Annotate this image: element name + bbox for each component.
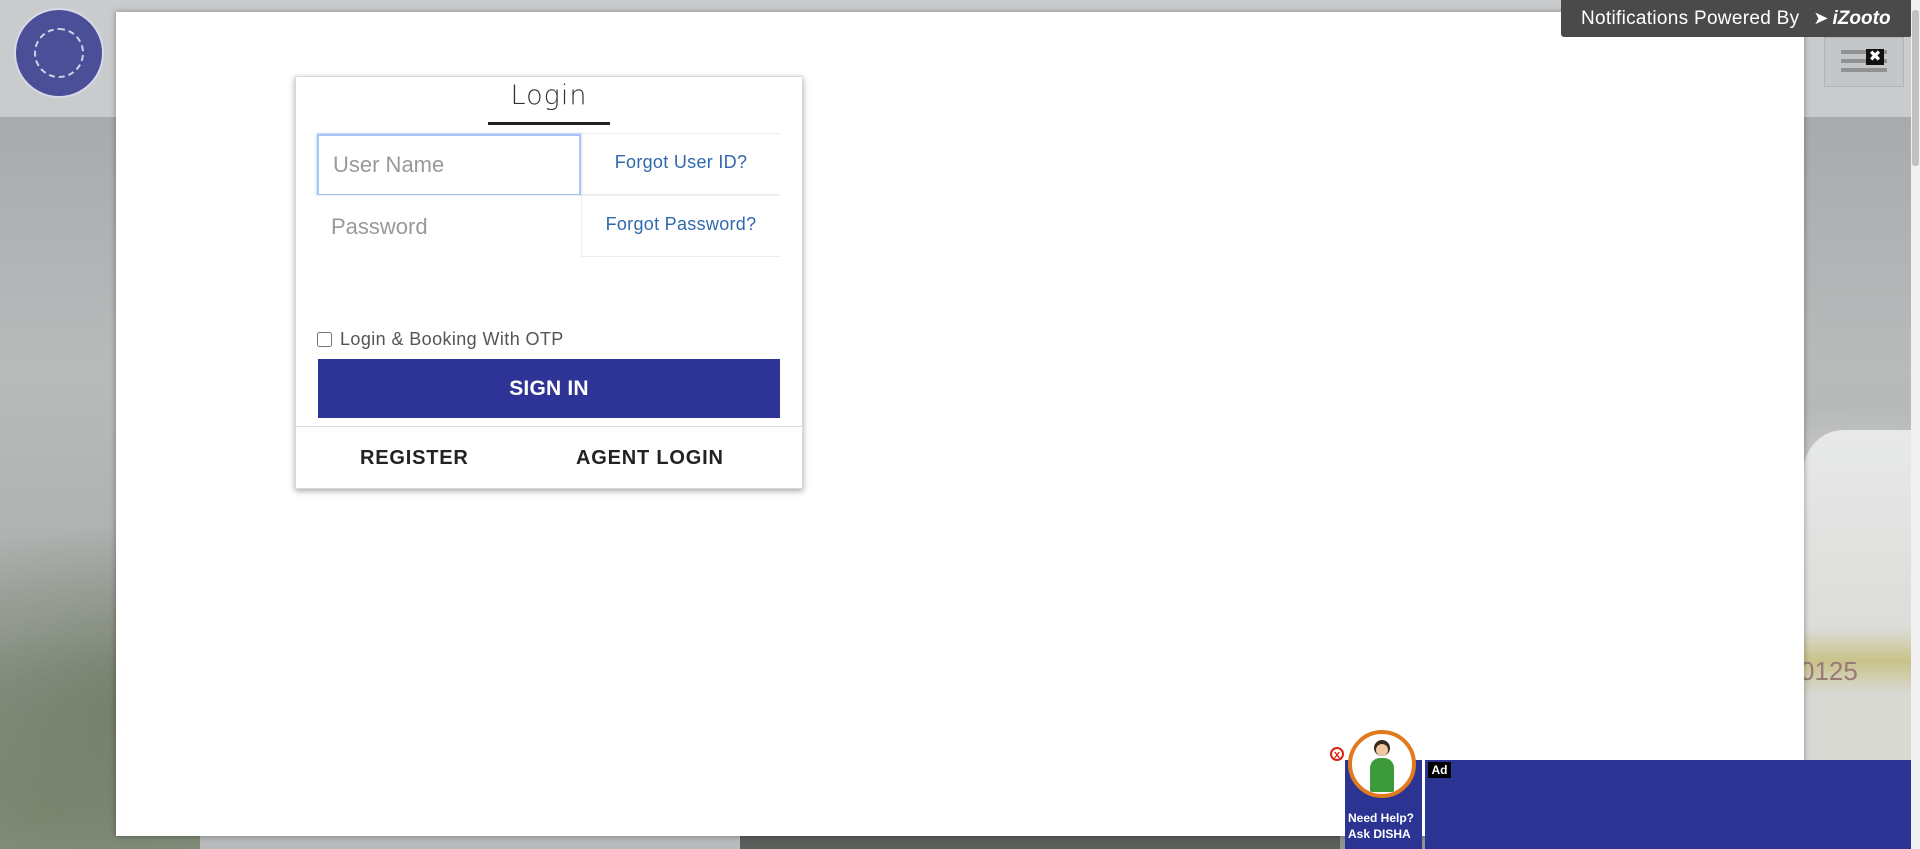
notification-powered-by-bar[interactable]: Notifications Powered By ➤ iZooto: [1561, 0, 1912, 37]
background-train-number: 0125: [1800, 656, 1858, 686]
login-card: Login Forgot User ID? Forgot Password? L…: [295, 76, 803, 489]
forgot-user-id-link[interactable]: Forgot User ID?: [582, 134, 780, 194]
disha-text[interactable]: Need Help? Ask DISHA: [1348, 810, 1422, 842]
sign-in-button[interactable]: SIGN IN: [318, 359, 780, 418]
tab-underline: [488, 122, 610, 125]
password-row: Forgot Password?: [317, 195, 780, 258]
password-input[interactable]: [317, 196, 581, 258]
otp-label: Login & Booking With OTP: [340, 328, 564, 349]
forgot-password-link[interactable]: Forgot Password?: [582, 196, 780, 256]
ad-label: Ad: [1428, 762, 1451, 778]
indian-railways-logo[interactable]: [14, 8, 104, 98]
disha-line-2: Ask DISHA: [1348, 827, 1411, 841]
izooto-brand-name: iZooto: [1832, 7, 1891, 29]
disha-close-icon[interactable]: x: [1330, 747, 1344, 761]
background-strip-left: [200, 836, 740, 849]
otp-row: Login & Booking With OTP: [317, 327, 564, 351]
background-train: [1804, 430, 1920, 760]
register-link[interactable]: REGISTER: [360, 427, 469, 489]
login-modal: Login Forgot User ID? Forgot Password? L…: [116, 12, 1884, 836]
username-input[interactable]: [317, 134, 581, 196]
otp-checkbox[interactable]: [317, 331, 332, 347]
notification-text: Notifications Powered By: [1581, 7, 1800, 29]
disha-line-1: Need Help?: [1348, 811, 1415, 825]
disha-avatar[interactable]: [1348, 730, 1416, 798]
tab-login[interactable]: Login: [488, 77, 610, 123]
izooto-brand: ➤ iZooto: [1813, 8, 1890, 30]
background-strip-mid: [740, 836, 1340, 849]
agent-login-link[interactable]: AGENT LOGIN: [576, 427, 724, 489]
page-scrollbar-thumb[interactable]: [1912, 10, 1919, 166]
username-row: Forgot User ID?: [317, 133, 780, 196]
ad-banner[interactable]: [1425, 760, 1911, 849]
close-icon[interactable]: ✖: [1866, 49, 1884, 65]
izooto-arrow-icon: ➤: [1813, 8, 1829, 28]
hamburger-menu-icon[interactable]: [1824, 37, 1904, 87]
